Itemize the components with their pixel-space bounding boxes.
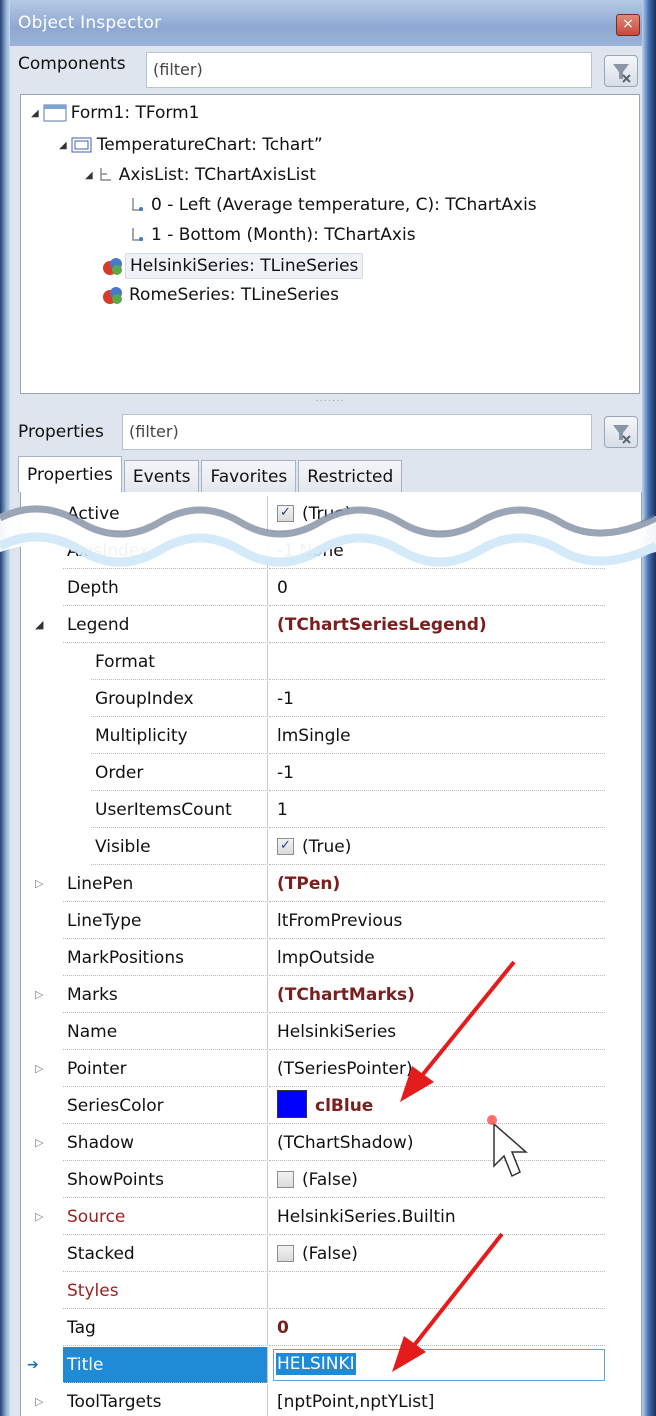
annotation-arrow-lower bbox=[392, 1232, 504, 1372]
annotation-overlay bbox=[392, 960, 528, 1372]
object-inspector-window: Object Inspector × Components (filter) ◢… bbox=[0, 0, 656, 1416]
mouse-cursor-icon bbox=[487, 1115, 528, 1178]
annotation-arrow-upper bbox=[400, 960, 516, 1102]
